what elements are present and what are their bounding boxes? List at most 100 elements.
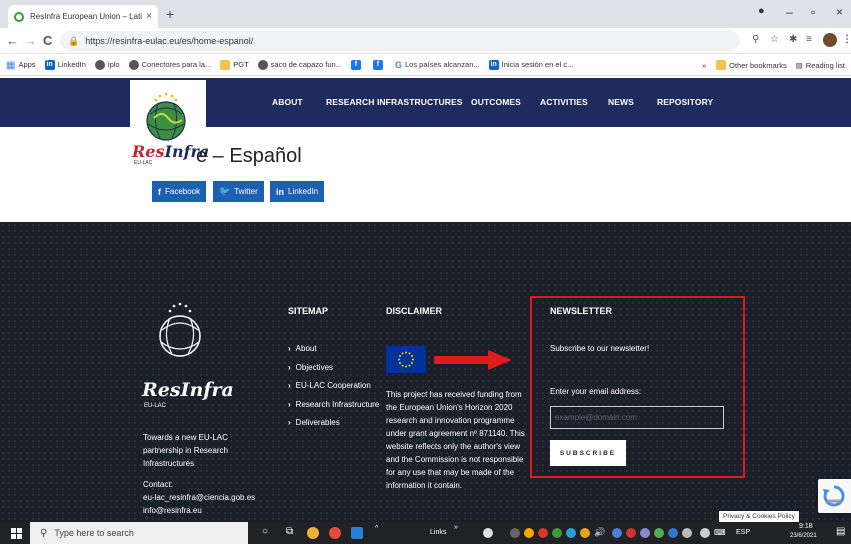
profile-circle-icon[interactable]: ● (758, 5, 765, 17)
clock-date[interactable]: 23/6/2021 (790, 533, 817, 539)
tray-icon[interactable] (640, 528, 650, 538)
footer-tagline-2: partnership in Research (143, 446, 228, 455)
sitemap-link-research-infrastructure[interactable]: › Research Infrastructure (288, 400, 379, 409)
bookmark-facebook-2[interactable]: f (372, 59, 386, 70)
maximize-button[interactable]: ▫ (811, 5, 815, 19)
nav-repository[interactable]: REPOSITORY (657, 78, 713, 127)
tray-icon[interactable] (580, 528, 590, 538)
nav-activities[interactable]: ACTIVITIES (540, 78, 588, 127)
bookmark-pgt[interactable]: PGT (220, 59, 249, 70)
bookmark-facebook-1[interactable]: f (350, 59, 364, 70)
tray-icon[interactable] (566, 528, 576, 538)
notifications-icon[interactable]: ▤ (836, 526, 845, 537)
user-avatar[interactable] (823, 33, 837, 47)
tray-icon[interactable] (510, 528, 520, 538)
minimize-button[interactable]: – (786, 5, 793, 19)
footer-tagline-1: Towards a new EU-LAC (143, 433, 228, 442)
bookmarks-overflow-button[interactable]: » (702, 61, 706, 70)
nav-about[interactable]: ABOUT (272, 78, 303, 127)
windows-taskbar: ⚲ Type here to search ○ ⧉ ^ Links » 🔊 ⌨ … (0, 522, 851, 544)
network-icon[interactable] (682, 528, 692, 538)
cortana-icon[interactable]: ○ (262, 526, 268, 537)
contact-email-1[interactable]: eu-lac_resinfra@ciencia.gob.es (143, 491, 255, 504)
chevron-up-icon[interactable]: ^ (375, 525, 378, 532)
clock-time[interactable]: 9:18 (799, 523, 813, 530)
language-indicator[interactable]: ESP (736, 529, 750, 536)
taskbar-links-toolbar[interactable]: Links (430, 529, 446, 536)
subscribe-button[interactable]: SUBSCRIBE (550, 440, 626, 466)
tray-icon[interactable] (654, 528, 664, 538)
disclaimer-line-2: the European Union's Horizon 2020 (386, 403, 513, 412)
zoom-icon[interactable]: ⚲ (752, 34, 759, 45)
bookmark-linkedin[interactable]: in LinkedIn (44, 59, 86, 70)
forward-button[interactable]: → (24, 33, 37, 48)
extensions-icon[interactable]: ✱ (789, 34, 797, 45)
chevron-right-icon: › (288, 344, 291, 353)
browser-tab-strip: ResInfra European Union – Latin × + ● – … (0, 0, 851, 28)
share-twitter-button[interactable]: 🐦 Twitter (213, 181, 264, 202)
onedrive-icon[interactable] (483, 528, 493, 538)
reload-button[interactable]: C (43, 33, 52, 48)
reading-list-icon[interactable]: ≡ (806, 34, 812, 45)
chrome-icon[interactable] (329, 527, 341, 539)
menu-kebab-icon[interactable]: ⋮ (842, 34, 851, 45)
task-view-icon[interactable]: ⧉ (286, 526, 293, 537)
contact-email-2[interactable]: info@resinfra.eu (143, 504, 202, 517)
taskbar-app-icon[interactable] (307, 527, 319, 539)
share-linkedin-button[interactable]: in LinkedIn (270, 181, 325, 202)
star-bookmark-icon[interactable]: ☆ (770, 34, 779, 45)
sitemap-link-deliverables[interactable]: › Deliverables (288, 418, 340, 427)
disclaimer-line-3: research and innovation programme (386, 416, 515, 425)
globe-icon (128, 59, 139, 70)
links-overflow-icon[interactable]: » (454, 524, 458, 531)
browser-tab[interactable]: ResInfra European Union – Latin × (8, 5, 158, 28)
sitemap-link-cooperation[interactable]: › EU-LAC Cooperation (288, 381, 371, 390)
window-close-button[interactable]: × (836, 5, 843, 19)
sitemap-title: SITEMAP (288, 306, 329, 316)
newsletter-email-input[interactable] (550, 406, 724, 429)
apps-grid-icon: ▦ (6, 59, 16, 71)
bookmark-iplo[interactable]: iplo (94, 59, 120, 70)
recaptcha-badge[interactable] (818, 479, 851, 513)
recaptcha-icon (823, 485, 845, 507)
lock-icon: 🔒 (68, 35, 80, 46)
taskbar-search-box[interactable]: ⚲ Type here to search (30, 522, 248, 544)
bookmark-apps[interactable]: ▦ Apps (6, 59, 36, 71)
folder-icon (716, 60, 727, 70)
nav-outcomes[interactable]: OUTCOMES (471, 78, 521, 127)
nav-news[interactable]: NEWS (608, 78, 634, 127)
tray-icon[interactable] (612, 528, 622, 538)
reading-list-icon: ▤ (795, 60, 803, 70)
tray-icon[interactable] (626, 528, 636, 538)
bookmark-conectores[interactable]: Conectores para la... (128, 59, 211, 70)
tray-icon[interactable] (524, 528, 534, 538)
tray-icon[interactable] (668, 528, 678, 538)
new-tab-button[interactable]: + (166, 6, 174, 22)
tray-icon[interactable] (552, 528, 562, 538)
bookmark-saco[interactable]: saco de capazo fun... (257, 59, 342, 70)
sitemap-link-objectives[interactable]: › Objectives (288, 363, 333, 372)
facebook-icon: f (350, 59, 361, 70)
bookmark-paises[interactable]: G Los países alcanzan... (395, 60, 480, 70)
windows-start-icon[interactable] (11, 528, 22, 539)
battery-icon[interactable] (700, 528, 710, 538)
reading-list[interactable]: ▤ Reading list (796, 61, 845, 70)
share-facebook-button[interactable]: f Facebook (152, 181, 207, 202)
facebook-icon: f (372, 59, 383, 70)
other-bookmarks[interactable]: Other bookmarks (716, 60, 787, 70)
tray-icon[interactable] (538, 528, 548, 538)
bookmark-inicia[interactable]: in Inicia sesión en el c... (488, 59, 573, 70)
skype-icon[interactable] (351, 527, 363, 539)
globe-logo-icon (146, 92, 186, 141)
site-logo[interactable]: ResInfra EU-LAC (130, 80, 209, 168)
nav-research-infrastructures[interactable]: RESEARCH INFRASTRUCTURES (326, 78, 463, 127)
volume-icon[interactable]: 🔊 (594, 527, 605, 538)
sitemap-link-about[interactable]: › About (288, 344, 317, 353)
bookmarks-right: » Other bookmarks ▤ Reading list (702, 54, 845, 75)
keyboard-icon[interactable]: ⌨ (714, 528, 726, 537)
back-button[interactable]: ← (6, 33, 19, 48)
url-field[interactable]: 🔒 https://resinfra-eulac.eu/es/home-espa… (60, 31, 740, 51)
chevron-right-icon: › (288, 418, 291, 427)
eu-flag-icon (386, 346, 426, 373)
tab-close-icon[interactable]: × (146, 11, 152, 22)
